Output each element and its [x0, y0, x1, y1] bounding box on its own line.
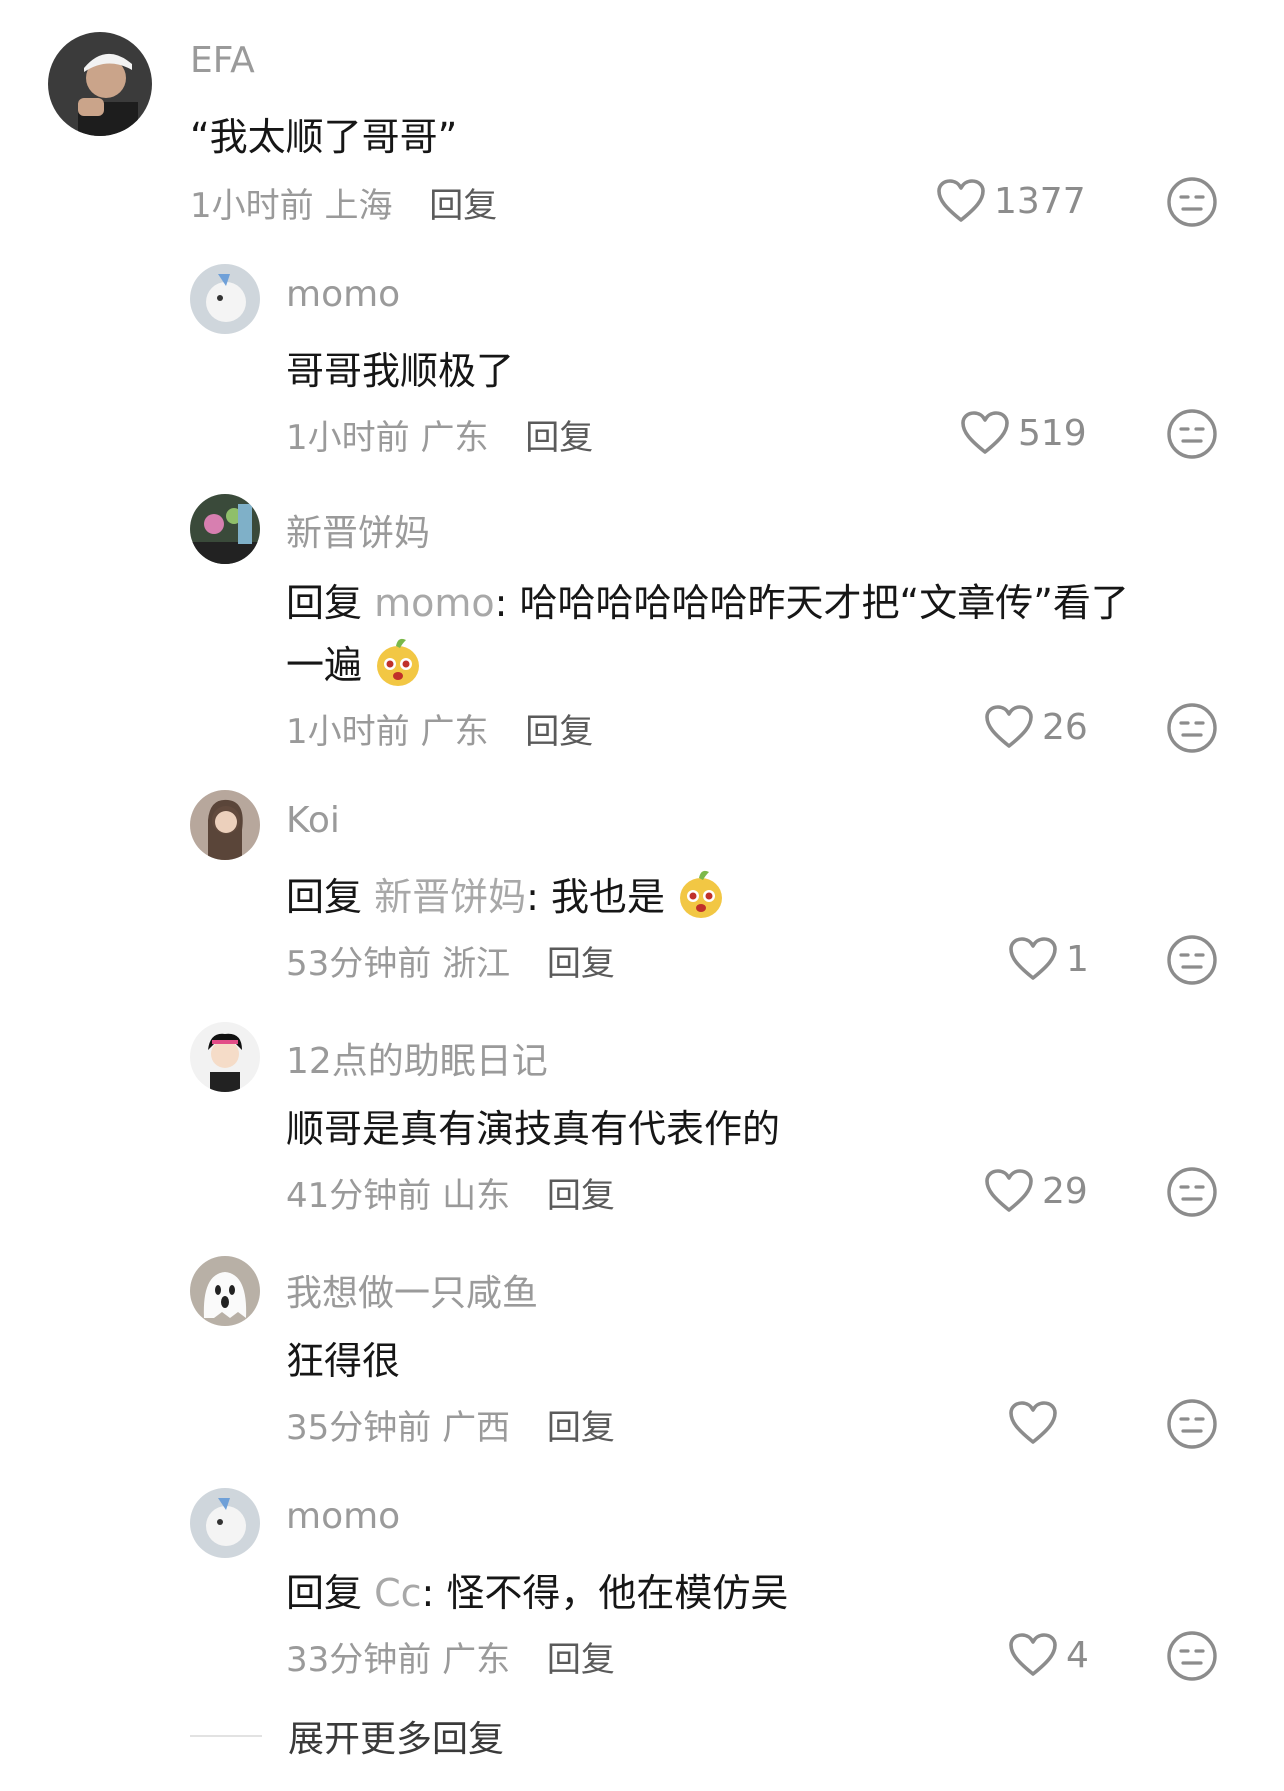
dislike-button[interactable] — [1166, 408, 1218, 464]
comment-body-continued: 一遍 — [286, 643, 363, 687]
comment-location: 浙江 — [442, 944, 511, 984]
divider-line — [190, 1735, 262, 1737]
dislike-button[interactable] — [1166, 934, 1218, 990]
reply-button[interactable]: 回复 — [547, 1408, 615, 1448]
comment-meta: 1小时前 上海 回复 — [190, 178, 497, 227]
dislike-button[interactable] — [1166, 1166, 1218, 1222]
like-count: 519 — [1018, 412, 1087, 454]
username[interactable]: momo — [286, 1496, 400, 1537]
username[interactable]: 我想做一只咸鱼 — [286, 1264, 538, 1316]
comment-body: : 怪不得，他在模仿吴 — [421, 1571, 789, 1615]
like-button[interactable]: 26 — [984, 704, 1088, 750]
comment-meta: 53分钟前 浙江 回复 — [286, 936, 615, 985]
expand-more-label[interactable]: 展开更多回复 — [288, 1710, 504, 1762]
comment-meta: 1小时前 广东 回复 — [286, 704, 593, 753]
comment-text: 顺哥是真有演技真有代表作的 — [286, 1107, 781, 1151]
dislike-button[interactable] — [1166, 702, 1218, 758]
reply-button[interactable]: 回复 — [547, 1176, 615, 1216]
reply-target-name[interactable]: momo — [374, 581, 495, 625]
comment-meta: 1小时前 广东 回复 — [286, 410, 593, 459]
dislike-button[interactable] — [1166, 1398, 1218, 1454]
avatar[interactable] — [190, 790, 260, 860]
yellow-mascot-emoji — [377, 638, 420, 686]
comment-time: 35分钟前 — [286, 1408, 432, 1448]
comment-time: 1小时前 — [286, 418, 410, 458]
comment-text: “我太顺了哥哥” — [190, 115, 458, 159]
comment-text: 回复 momo: 哈哈哈哈哈哈昨天才把“文章传”看了 — [286, 572, 1129, 627]
like-count: 1377 — [994, 180, 1086, 222]
unamused-face-icon — [1167, 1167, 1217, 1217]
comment-location: 广东 — [442, 1640, 511, 1680]
comment-body: : 哈哈哈哈哈哈昨天才把“文章传”看了 — [494, 581, 1129, 625]
avatar[interactable] — [190, 1488, 260, 1558]
username[interactable]: momo — [286, 274, 400, 315]
comment-time: 33分钟前 — [286, 1640, 432, 1680]
reply-button[interactable]: 回复 — [547, 944, 615, 984]
heart-outline-icon — [937, 179, 985, 222]
expand-more-replies[interactable]: 展开更多回复 — [190, 1710, 504, 1762]
reply-target-name[interactable]: 新晋饼妈 — [374, 875, 526, 919]
avatar[interactable] — [48, 32, 152, 136]
comment-location: 广东 — [420, 712, 489, 752]
like-button[interactable] — [1008, 1400, 1066, 1446]
yellow-mascot-emoji — [680, 870, 723, 918]
like-button[interactable]: 519 — [960, 410, 1087, 456]
reply-button[interactable]: 回复 — [525, 712, 593, 752]
like-button[interactable]: 1377 — [936, 178, 1086, 224]
comment-text: 哥哥我顺极了 — [286, 349, 515, 393]
comment-text-line2: 一遍 — [286, 634, 422, 689]
like-button[interactable]: 1 — [1008, 936, 1089, 982]
comment-time: 53分钟前 — [286, 944, 432, 984]
comment-text: 狂得很 — [286, 1339, 401, 1383]
comment-location: 上海 — [324, 186, 393, 226]
reply-button[interactable]: 回复 — [547, 1640, 615, 1680]
comment-meta: 41分钟前 山东 回复 — [286, 1168, 615, 1217]
reply-prefix: 回复 — [286, 581, 375, 625]
unamused-face-icon — [1167, 1399, 1217, 1449]
username[interactable]: EFA — [190, 40, 255, 81]
comment-time: 41分钟前 — [286, 1176, 432, 1216]
like-count: 1 — [1066, 938, 1089, 980]
comment-location: 广东 — [420, 418, 489, 458]
unamused-face-icon — [1167, 409, 1217, 459]
like-count: 29 — [1042, 1170, 1088, 1212]
dislike-button[interactable] — [1166, 176, 1218, 232]
reply-button[interactable]: 回复 — [429, 186, 497, 226]
comment-text: 回复 新晋饼妈: 我也是 — [286, 866, 725, 921]
reply-button[interactable]: 回复 — [525, 418, 593, 458]
avatar[interactable] — [190, 494, 260, 564]
heart-outline-icon — [1009, 1401, 1057, 1444]
comment-text: 回复 Cc: 怪不得，他在模仿吴 — [286, 1562, 788, 1617]
heart-outline-icon — [985, 1169, 1033, 1212]
like-button[interactable]: 29 — [984, 1168, 1088, 1214]
like-count: 26 — [1042, 706, 1088, 748]
like-button[interactable]: 4 — [1008, 1632, 1089, 1678]
unamused-face-icon — [1167, 1631, 1217, 1681]
heart-outline-icon — [1009, 937, 1057, 980]
like-count: 4 — [1066, 1634, 1089, 1676]
comment-meta: 33分钟前 广东 回复 — [286, 1632, 615, 1681]
avatar[interactable] — [190, 1022, 260, 1092]
unamused-face-icon — [1167, 935, 1217, 985]
comment-body: : 我也是 — [526, 875, 665, 919]
heart-outline-icon — [985, 705, 1033, 748]
reply-prefix: 回复 — [286, 1571, 375, 1615]
heart-outline-icon — [1009, 1633, 1057, 1676]
dislike-button[interactable] — [1166, 1630, 1218, 1686]
reply-prefix: 回复 — [286, 875, 375, 919]
username[interactable]: 新晋饼妈 — [286, 504, 430, 556]
comment-time: 1小时前 — [190, 186, 314, 226]
heart-outline-icon — [961, 411, 1009, 454]
username[interactable]: 12点的助眠日记 — [286, 1032, 548, 1084]
comment-location: 广西 — [442, 1408, 511, 1448]
unamused-face-icon — [1167, 177, 1217, 227]
reply-target-name[interactable]: Cc — [374, 1571, 421, 1615]
username[interactable]: Koi — [286, 800, 340, 841]
avatar[interactable] — [190, 1256, 260, 1326]
comment-location: 山东 — [442, 1176, 511, 1216]
comment-time: 1小时前 — [286, 712, 410, 752]
comment-meta: 35分钟前 广西 回复 — [286, 1400, 615, 1449]
avatar[interactable] — [190, 264, 260, 334]
unamused-face-icon — [1167, 703, 1217, 753]
